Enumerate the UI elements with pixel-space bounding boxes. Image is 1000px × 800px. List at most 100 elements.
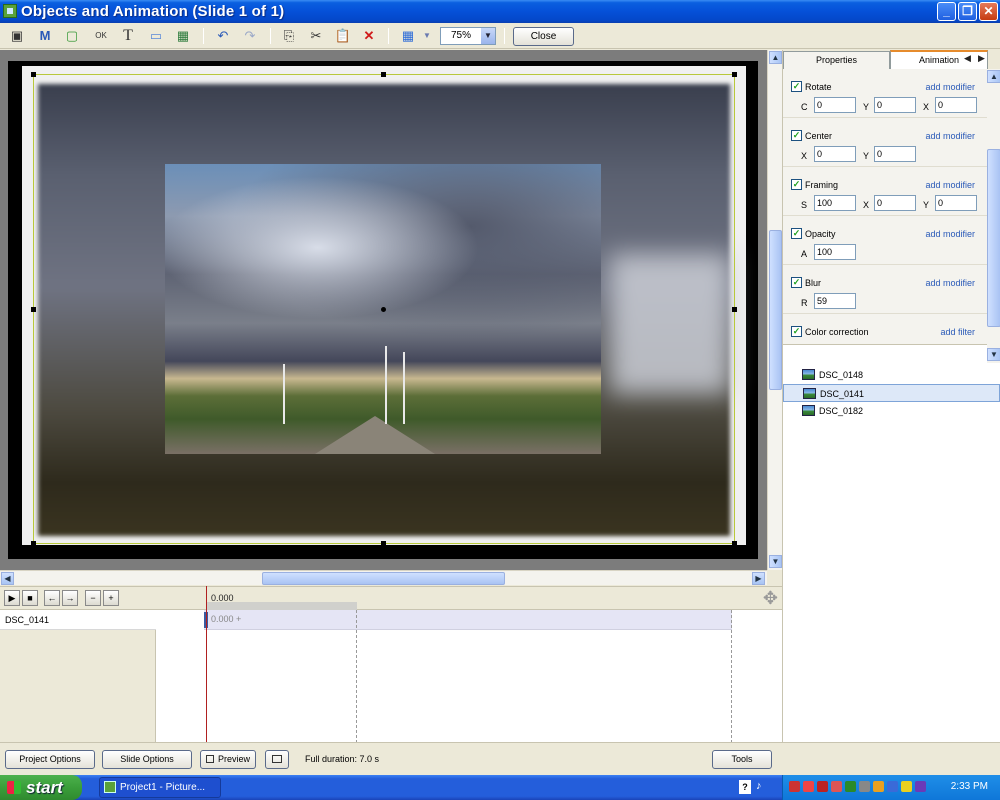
resize-handle[interactable] [31, 72, 36, 77]
project-options-button[interactable]: Project Options [5, 750, 95, 769]
timeline-ruler[interactable]: 0.000 ✥ [156, 587, 782, 610]
camera-icon[interactable]: ▣ [8, 27, 26, 45]
foreground-photo[interactable] [165, 164, 601, 454]
scroll-thumb[interactable] [769, 230, 782, 390]
resize-handle[interactable] [381, 72, 386, 77]
center-checkbox[interactable]: ✓ [791, 130, 802, 141]
tray-icon[interactable] [803, 781, 814, 792]
framing-y-input[interactable]: 0 [935, 195, 977, 211]
mask-icon[interactable]: M [36, 27, 54, 45]
rotate-x-input[interactable]: 0 [935, 97, 977, 113]
list-item[interactable]: DSC_0148 [783, 366, 1000, 384]
resize-handle[interactable] [381, 541, 386, 546]
center-point[interactable] [381, 307, 386, 312]
redo-icon[interactable]: ↷ [241, 27, 259, 45]
taskbar-item[interactable]: Project1 - Picture... [99, 777, 221, 798]
rotate-c-input[interactable]: 0 [814, 97, 856, 113]
frame-icon[interactable]: ▢ [63, 27, 81, 45]
fullscreen-button[interactable] [265, 750, 289, 769]
tray-icon[interactable] [887, 781, 898, 792]
timeline-track-area[interactable]: 0.000 + [156, 586, 782, 743]
remove-key-icon[interactable]: − [85, 590, 101, 606]
scroll-thumb[interactable] [987, 149, 1000, 327]
tools-button[interactable]: Tools [712, 750, 772, 769]
add-modifier-link[interactable]: add modifier [925, 229, 975, 239]
list-item[interactable]: DSC_0182 [783, 402, 1000, 420]
add-modifier-link[interactable]: add modifier [925, 82, 975, 92]
prev-key-icon[interactable]: ← [44, 590, 60, 606]
canvas-horizontal-scrollbar[interactable]: ◀ ▶ [0, 570, 767, 585]
track-row[interactable]: 0.000 + [204, 610, 732, 630]
resize-handle[interactable] [732, 307, 737, 312]
blur-r-input[interactable]: 59 [814, 293, 856, 309]
resize-handle[interactable] [31, 307, 36, 312]
tray-icon[interactable] [915, 781, 926, 792]
cut-icon[interactable]: ✂ [307, 27, 325, 45]
opacity-checkbox[interactable]: ✓ [791, 228, 802, 239]
speaker-icon[interactable]: ♪ [756, 780, 762, 792]
scroll-up-icon[interactable]: ▲ [987, 70, 1000, 83]
play-icon[interactable]: ▶ [4, 590, 20, 606]
tray-icon[interactable] [831, 781, 842, 792]
zoom-select[interactable]: 75% ▼ [440, 27, 496, 45]
scroll-left-icon[interactable]: ◀ [1, 572, 14, 585]
resize-handle[interactable] [732, 541, 737, 546]
tab-properties[interactable]: Properties [783, 51, 890, 69]
help-icon[interactable]: ? [739, 780, 751, 794]
scroll-right-icon[interactable]: ▶ [752, 572, 765, 585]
scroll-down-icon[interactable]: ▼ [769, 555, 782, 568]
tray-icon[interactable] [901, 781, 912, 792]
track-name[interactable]: DSC_0141 [0, 610, 156, 630]
add-filter-link[interactable]: add filter [940, 327, 975, 337]
color-correction-checkbox[interactable]: ✓ [791, 326, 802, 337]
add-modifier-link[interactable]: add modifier [925, 131, 975, 141]
tray-icon[interactable] [789, 781, 800, 792]
maximize-button[interactable]: ❐ [958, 2, 977, 21]
close-window-button[interactable]: ✕ [979, 2, 998, 21]
slide-options-button[interactable]: Slide Options [102, 750, 192, 769]
rotate-checkbox[interactable]: ✓ [791, 81, 802, 92]
framing-checkbox[interactable]: ✓ [791, 179, 802, 190]
grid-dropdown-icon[interactable]: ▼ [418, 27, 436, 45]
add-key-icon[interactable]: + [103, 590, 119, 606]
button-object-icon[interactable]: OK [92, 27, 110, 45]
center-x-input[interactable]: 0 [814, 146, 856, 162]
modifiers-scrollbar[interactable]: ▲ ▼ [987, 69, 1000, 363]
tab-animation[interactable]: Animation [890, 50, 988, 70]
scroll-up-icon[interactable]: ▲ [769, 51, 782, 64]
undo-icon[interactable]: ↶ [214, 27, 232, 45]
opacity-a-input[interactable]: 100 [814, 244, 856, 260]
list-item-selected[interactable]: DSC_0141 [783, 384, 1000, 402]
framing-x-input[interactable]: 0 [874, 195, 916, 211]
delete-icon[interactable]: ✕ [360, 27, 378, 45]
tab-prev-icon[interactable]: ◀ [964, 53, 971, 64]
stop-icon[interactable]: ■ [22, 590, 38, 606]
tray-icon[interactable] [817, 781, 828, 792]
tray-icon[interactable] [873, 781, 884, 792]
tray-icon[interactable] [845, 781, 856, 792]
chevron-down-icon[interactable]: ▼ [481, 28, 495, 44]
canvas-vertical-scrollbar[interactable]: ▲ ▼ [767, 50, 782, 570]
blur-checkbox[interactable]: ✓ [791, 277, 802, 288]
grid-icon[interactable]: ▦ [399, 27, 417, 45]
copy-icon[interactable]: ⎘ [280, 27, 298, 45]
text-icon[interactable]: T [119, 27, 137, 45]
add-modifier-link[interactable]: add modifier [925, 278, 975, 288]
rectangle-icon[interactable]: ▭ [147, 27, 165, 45]
preview-button[interactable]: Preview [200, 750, 256, 769]
add-modifier-link[interactable]: add modifier [925, 180, 975, 190]
paste-icon[interactable]: 📋 [334, 27, 352, 45]
resize-handle[interactable] [732, 72, 737, 77]
center-y-input[interactable]: 0 [874, 146, 916, 162]
close-button[interactable]: Close [513, 27, 574, 46]
tab-next-icon[interactable]: ▶ [978, 53, 985, 64]
framing-s-input[interactable]: 100 [814, 195, 856, 211]
scroll-thumb[interactable] [262, 572, 505, 585]
slide-canvas[interactable] [0, 50, 767, 570]
start-button[interactable]: start [0, 775, 82, 800]
image-icon[interactable]: ▦ [174, 27, 192, 45]
minimize-button[interactable]: _ [937, 2, 956, 21]
playhead[interactable] [206, 586, 207, 743]
scroll-down-icon[interactable]: ▼ [987, 348, 1000, 361]
tray-icon[interactable] [859, 781, 870, 792]
